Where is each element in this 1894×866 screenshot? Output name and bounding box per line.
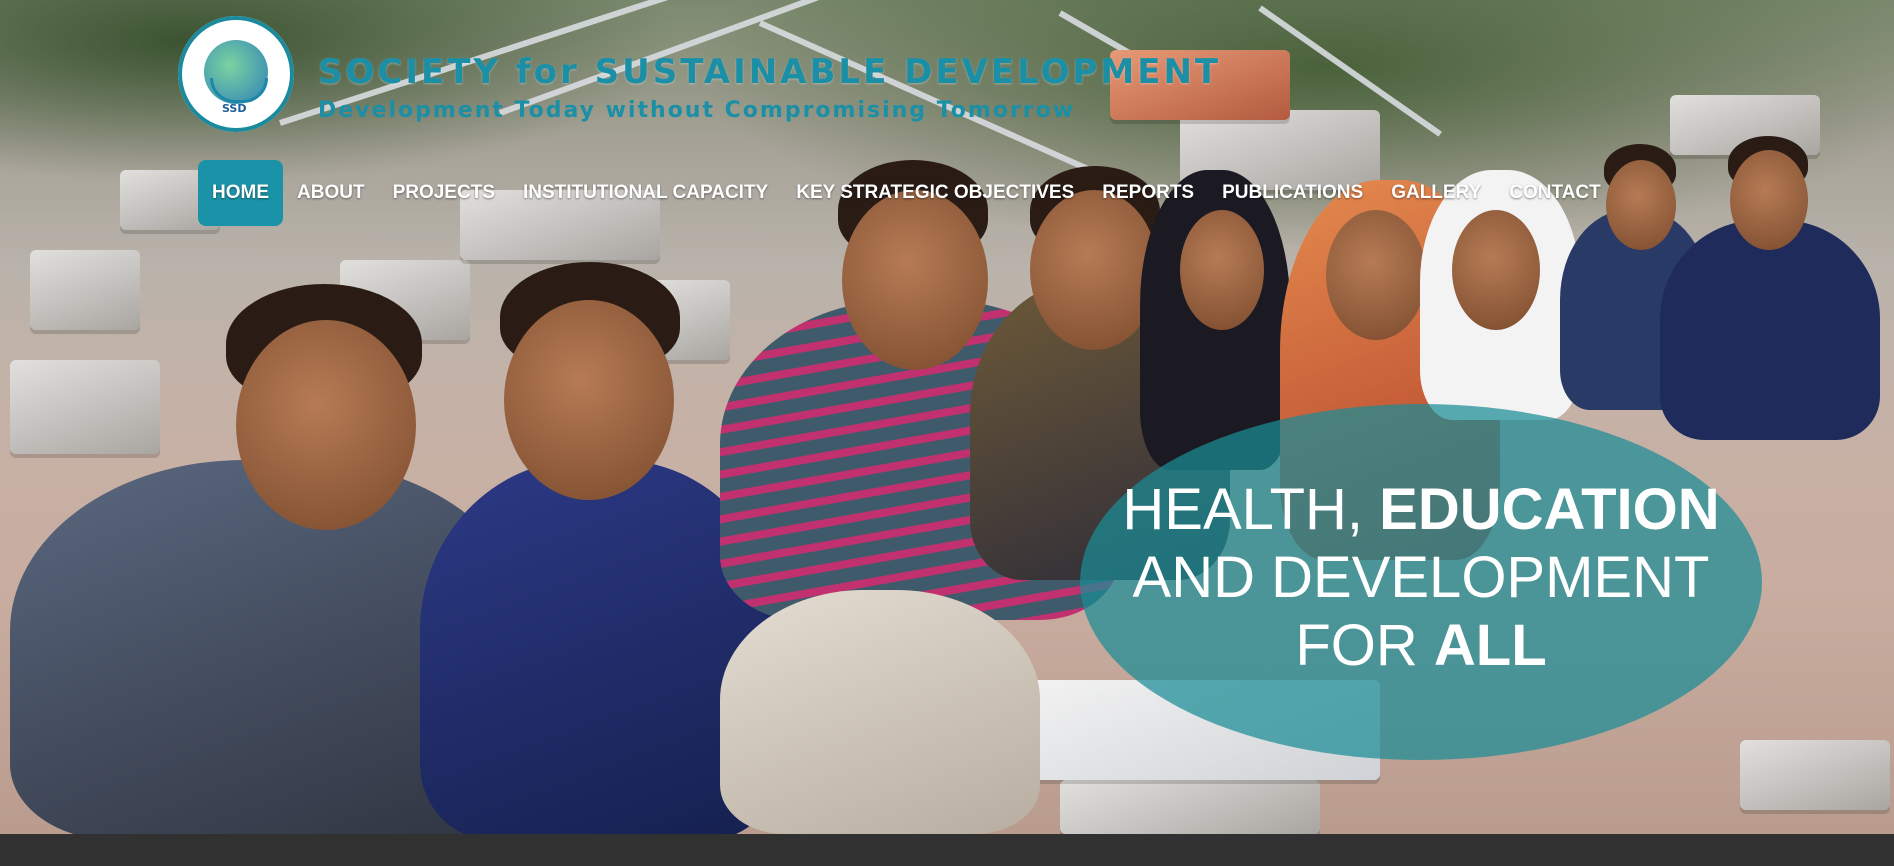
rubble-block	[10, 360, 160, 454]
nav-institutional-capacity[interactable]: INSTITUTIONAL CAPACITY	[509, 160, 782, 226]
child-head	[504, 300, 674, 500]
child-figure	[1660, 220, 1880, 440]
nav-publications[interactable]: PUBLICATIONS	[1208, 160, 1377, 226]
slogan-line-3: FOR ALL	[1080, 612, 1762, 680]
nav-home[interactable]: HOME	[198, 160, 283, 226]
slogan-health: HEALTH,	[1122, 477, 1380, 542]
main-nav: HOME ABOUT PROJECTS INSTITUTIONAL CAPACI…	[198, 160, 1615, 226]
site-title[interactable]: SOCIETY for SUSTAINABLE DEVELOPMENT	[318, 52, 1221, 92]
logo-text: SSD	[222, 102, 247, 115]
slogan-for: FOR	[1295, 613, 1434, 678]
child-figure	[720, 590, 1040, 834]
slogan-education: EDUCATION	[1379, 477, 1720, 542]
nav-contact[interactable]: CONTACT	[1495, 160, 1614, 226]
ssd-logo[interactable]: SSD	[178, 16, 294, 132]
rubble-block	[30, 250, 140, 330]
slogan-line-2: AND DEVELOPMENT	[1132, 545, 1710, 610]
rubble-block	[1060, 780, 1320, 834]
hero-slogan: HEALTH, EDUCATION AND DEVELOPMENT FOR AL…	[1080, 476, 1762, 680]
child-head	[236, 320, 416, 530]
nav-key-strategic-objectives[interactable]: KEY STRATEGIC OBJECTIVES	[782, 160, 1088, 226]
slogan-line-1: HEALTH, EDUCATION	[1080, 476, 1762, 544]
child-head	[1452, 210, 1540, 330]
rubble-block	[1740, 740, 1890, 810]
child-head	[1730, 150, 1808, 250]
child-head	[1606, 160, 1676, 250]
nav-gallery[interactable]: GALLERY	[1377, 160, 1495, 226]
nav-about[interactable]: ABOUT	[283, 160, 379, 226]
nav-reports[interactable]: REPORTS	[1088, 160, 1208, 226]
site-tagline: Development Today without Compromising T…	[318, 98, 1076, 123]
footer-bar	[0, 834, 1894, 866]
nav-projects[interactable]: PROJECTS	[379, 160, 509, 226]
child-head	[1326, 210, 1426, 340]
slogan-all: ALL	[1433, 613, 1547, 678]
child-head	[1180, 210, 1264, 330]
